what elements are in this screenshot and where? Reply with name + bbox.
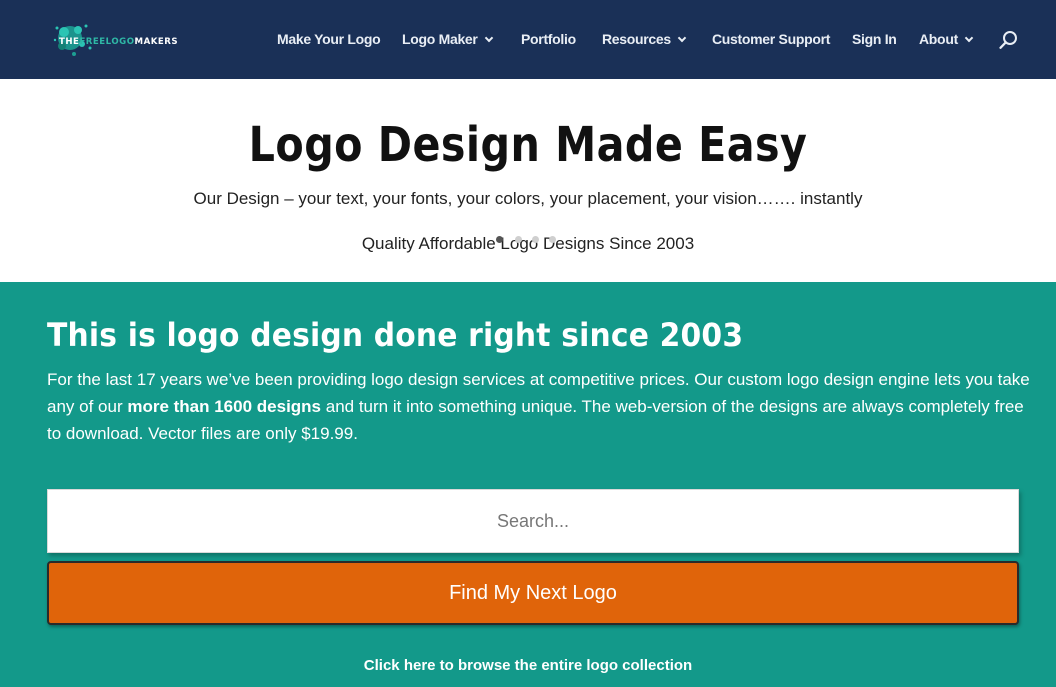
chevron-down-icon [677, 33, 687, 43]
nav-label: About [919, 31, 958, 47]
nav-label: Customer Support [712, 31, 831, 47]
browse-collection-link[interactable]: Click here to browse the entire logo col… [0, 657, 1056, 674]
site-header: THEFREELOGOMAKERS Make Your Logo Logo Ma… [0, 0, 1056, 79]
nav-customer-support[interactable]: Customer Support [712, 31, 830, 47]
nav-label: Sign In [852, 31, 897, 47]
chevron-down-icon [964, 33, 974, 43]
nav-logo-maker[interactable]: Logo Maker [402, 31, 493, 47]
find-logo-button[interactable]: Find My Next Logo [47, 561, 1019, 625]
nav-resources[interactable]: Resources [602, 31, 687, 47]
nav-label: Resources [602, 31, 671, 47]
nav-label: Make Your Logo [277, 31, 381, 47]
hero-subtitle: Our Design – your text, your fonts, your… [193, 189, 863, 208]
nav-make-your-logo[interactable]: Make Your Logo [277, 31, 381, 47]
hero-section: Logo Design Made Easy Our Design – your … [0, 79, 1056, 282]
slider-dot[interactable] [549, 236, 556, 243]
intro-section: This is logo design done right since 200… [0, 282, 1056, 687]
nav-sign-in[interactable]: Sign In [852, 31, 897, 47]
slider-dot[interactable] [515, 236, 522, 243]
intro-title: This is logo design done right since 200… [47, 316, 744, 354]
nav-label: Logo Maker [402, 31, 478, 47]
chevron-down-icon [484, 33, 493, 43]
nav-about[interactable]: About [919, 31, 974, 47]
nav-label: Portfolio [521, 31, 576, 47]
logo-search-input[interactable] [47, 489, 1019, 553]
intro-body: For the last 17 years we’ve been providi… [47, 366, 1037, 447]
hero-title: Logo Design Made Easy [248, 117, 808, 173]
nav-portfolio[interactable]: Portfolio [521, 31, 576, 47]
main-nav: Make Your Logo Logo Maker Portfolio Reso… [0, 0, 1056, 79]
slider-dot[interactable] [496, 236, 503, 243]
search-icon[interactable] [999, 30, 1019, 50]
slider-dots [496, 236, 576, 244]
intro-body-highlight: more than 1600 designs [127, 397, 322, 416]
slider-dot[interactable] [532, 236, 539, 243]
